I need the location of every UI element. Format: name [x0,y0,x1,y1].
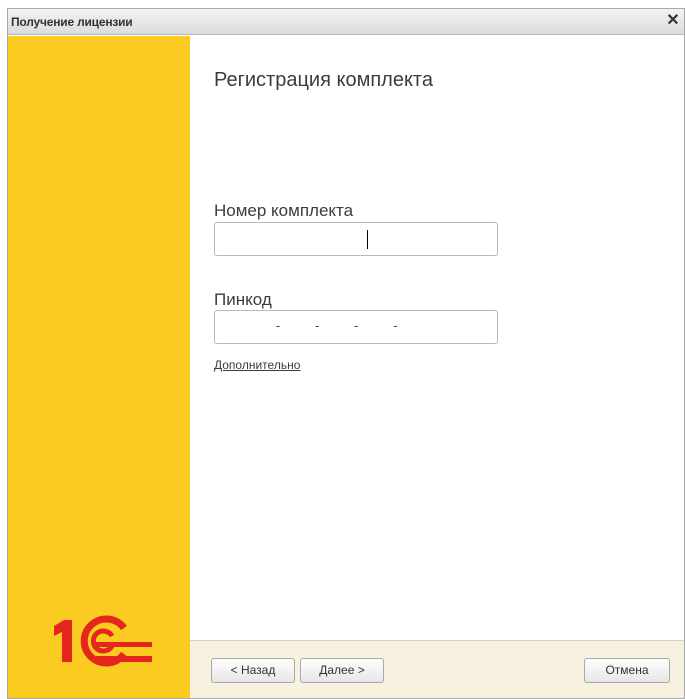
back-button[interactable]: < Назад [211,658,295,683]
close-icon[interactable]: ✕ [664,12,682,30]
kit-number-input[interactable] [214,222,498,256]
more-options-link[interactable]: Дополнительно [214,358,300,372]
next-button[interactable]: Далее > [300,658,384,683]
pincode-label: Пинкод [214,290,272,309]
pincode-input[interactable]: - - - - [214,310,498,344]
kit-number-label: Номер комплекта [214,201,354,220]
sidebar [8,36,190,698]
page-title: Регистрация комплекта [214,69,433,91]
main-content: Регистрация комплекта Номер комплекта Пи… [190,36,684,640]
button-bar: < Назад Далее > Отмена [190,640,684,698]
license-dialog: Получение лицензии ✕ Регистрация комплек… [7,8,685,699]
text-caret [367,230,368,249]
window-title: Получение лицензии [11,15,133,29]
1c-logo [54,615,152,667]
title-bar: Получение лицензии ✕ [8,9,684,35]
cancel-button[interactable]: Отмена [584,658,670,683]
